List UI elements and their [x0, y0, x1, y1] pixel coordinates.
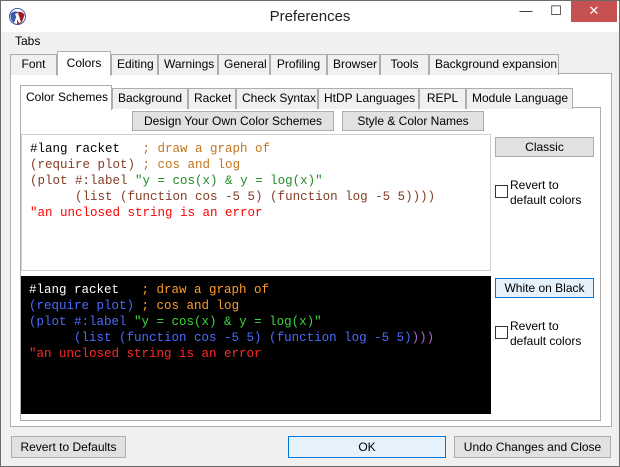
- code-line: (plot #:label "y = cos(x) & y = log(x)": [30, 174, 323, 188]
- maximize-button[interactable]: ☐: [541, 1, 571, 22]
- tab-warnings[interactable]: Warnings: [158, 54, 218, 75]
- tab-tools[interactable]: Tools: [380, 54, 429, 75]
- white-on-black-revert-label: Revert to default colors: [510, 319, 582, 348]
- code-line: (require plot) ; cos and log: [30, 158, 241, 172]
- ok-button[interactable]: OK: [288, 436, 446, 458]
- tab-general[interactable]: General: [218, 54, 270, 75]
- white-on-black-preview-editor[interactable]: #lang racket ; draw a graph of (require p…: [21, 276, 491, 414]
- style-color-names-button[interactable]: Style & Color Names: [342, 111, 484, 131]
- code-line: (list (function cos -5 5) (function log …: [75, 190, 436, 204]
- code-line: #lang racket ; draw a graph of: [30, 142, 271, 156]
- tab-color-schemes[interactable]: Color Schemes: [20, 85, 112, 110]
- code-line: "an unclosed string is an error: [30, 206, 263, 220]
- revert-to-defaults-button[interactable]: Revert to Defaults: [11, 436, 126, 458]
- tab-module-language[interactable]: Module Language: [466, 88, 573, 109]
- code-line: (require plot) ; cos and log: [29, 299, 240, 313]
- tab-repl[interactable]: REPL: [419, 88, 466, 109]
- tab-font[interactable]: Font: [10, 54, 57, 75]
- code-line: (plot #:label "y = cos(x) & y = log(x)": [29, 315, 322, 329]
- code-line: (list (function cos -5 5) (function log …: [74, 331, 435, 345]
- tab-background[interactable]: Background: [112, 88, 188, 109]
- menu-tabs[interactable]: Tabs: [15, 34, 40, 48]
- tab-background-expansion[interactable]: Background expansion: [429, 54, 559, 75]
- tab-htdp-languages[interactable]: HtDP Languages: [318, 88, 419, 109]
- tab-check-syntax[interactable]: Check Syntax: [236, 88, 318, 109]
- undo-changes-close-button[interactable]: Undo Changes and Close: [454, 436, 611, 458]
- preferences-window: Preferences — ☐ ✕ Tabs Font Colors Editi…: [0, 0, 620, 467]
- classic-scheme-button[interactable]: Classic: [495, 137, 594, 157]
- white-on-black-revert-checkbox[interactable]: [495, 326, 508, 339]
- tab-profiling[interactable]: Profiling: [270, 54, 327, 75]
- close-button[interactable]: ✕: [571, 1, 617, 22]
- white-on-black-scheme-button[interactable]: White on Black: [495, 278, 594, 298]
- title-bar: Preferences — ☐ ✕: [1, 1, 619, 32]
- code-line: #lang racket ; draw a graph of: [29, 283, 270, 297]
- minimize-button[interactable]: —: [511, 1, 541, 22]
- tab-colors[interactable]: Colors: [57, 51, 111, 76]
- tab-editing[interactable]: Editing: [111, 54, 158, 75]
- design-color-schemes-button[interactable]: Design Your Own Color Schemes: [132, 111, 334, 131]
- menu-bar: Tabs: [1, 32, 619, 51]
- code-line: "an unclosed string is an error: [29, 347, 262, 361]
- classic-revert-checkbox[interactable]: [495, 185, 508, 198]
- classic-preview-editor[interactable]: #lang racket ; draw a graph of (require p…: [21, 134, 491, 271]
- tab-racket[interactable]: Racket: [188, 88, 236, 109]
- classic-revert-label: Revert to default colors: [510, 178, 582, 207]
- tab-browser[interactable]: Browser: [327, 54, 380, 75]
